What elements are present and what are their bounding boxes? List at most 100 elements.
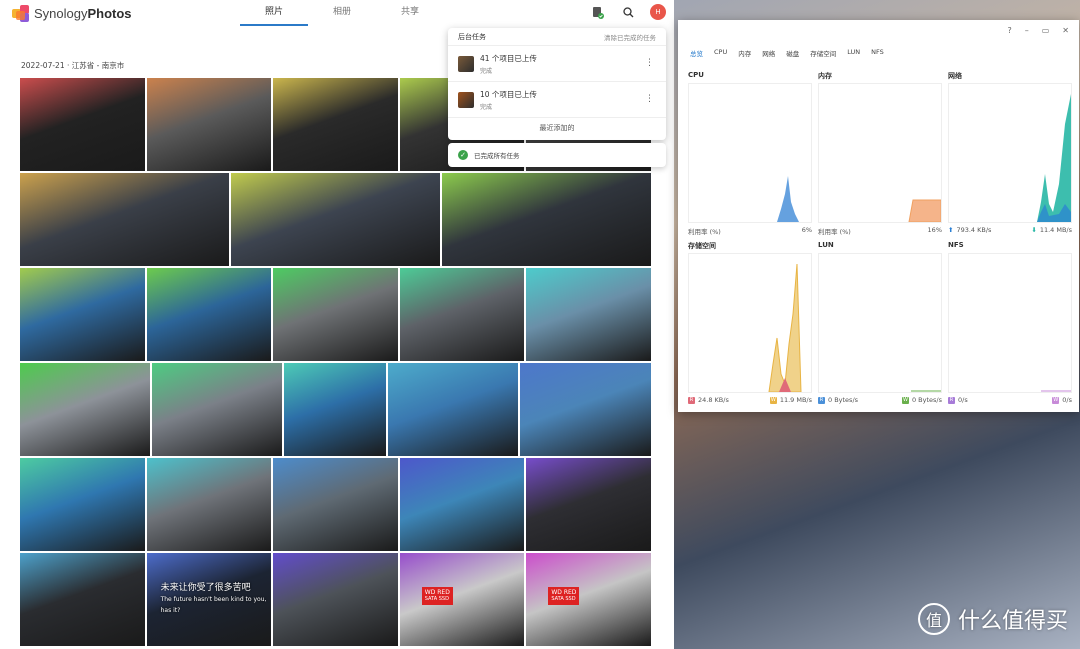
photo-thumbnail[interactable] xyxy=(526,458,651,551)
background-tasks-icon[interactable] xyxy=(590,4,606,20)
photo-thumbnail[interactable] xyxy=(273,553,398,646)
watermark-logo-icon: 值 xyxy=(917,603,950,635)
close-icon[interactable]: ✕ xyxy=(1062,26,1069,35)
photo-thumbnail[interactable] xyxy=(20,363,150,456)
minimize-icon[interactable]: – xyxy=(1025,26,1029,35)
write-rate: W 0/s xyxy=(1052,396,1072,404)
nfs-panel[interactable]: NFS R 0/s W 0/s xyxy=(948,241,1072,404)
tab-volume[interactable]: 存储空间 xyxy=(810,48,836,58)
memory-label: 利用率 (%) xyxy=(818,228,851,236)
task-thumbnail xyxy=(458,55,474,72)
smzdm-watermark: 值 什么值得买 xyxy=(917,603,1068,635)
cpu-label: 利用率 (%) xyxy=(688,228,721,236)
all-tasks-complete-toast: ✓ 已完成所有任务 xyxy=(448,143,666,167)
read-rate: R 24.8 KB/s xyxy=(688,396,729,404)
photo-thumbnail[interactable] xyxy=(273,268,398,361)
synology-photos-logo-icon xyxy=(12,4,29,22)
nfs-graph xyxy=(948,253,1072,393)
maximize-icon[interactable]: ▭ xyxy=(1042,26,1050,35)
help-icon[interactable]: ? xyxy=(1007,26,1011,35)
cpu-panel[interactable]: CPU 利用率 (%) 6% xyxy=(688,71,812,236)
ssd-label: WD RED SATA SSD xyxy=(548,587,580,605)
write-rate: W0 Bytes/s xyxy=(901,396,942,404)
photo-thumbnail[interactable]: 未来让你受了很多苦吧 The future hasn't been kind to… xyxy=(146,553,272,646)
date-label: 2022-07-21 xyxy=(21,61,65,70)
task-title: 41 个项目已上传 xyxy=(480,53,537,63)
photo-thumbnail[interactable] xyxy=(231,173,440,266)
tasks-title: 后台任务 xyxy=(458,32,486,41)
download-rate: ⬇ 11.4 MB/s xyxy=(1031,226,1072,234)
photo-thumbnail[interactable] xyxy=(152,363,282,456)
memory-panel[interactable]: 内存 利用率 (%) 16% xyxy=(818,71,942,236)
task-item: 10 个项目已上传 完成 ⋮ xyxy=(448,82,666,118)
task-item: 41 个项目已上传 完成 ⋮ xyxy=(448,46,666,82)
photo-thumbnail[interactable] xyxy=(284,363,386,456)
more-options-icon[interactable]: ⋮ xyxy=(645,58,654,68)
photo-row xyxy=(20,363,651,456)
tab-network[interactable]: 网络 xyxy=(762,48,775,58)
tab-overview[interactable]: 总览 xyxy=(690,48,703,58)
cpu-graph xyxy=(688,83,812,223)
window-controls: ? – ▭ ✕ xyxy=(1007,26,1069,35)
panel-title: LUN xyxy=(818,241,834,249)
photo-thumbnail[interactable]: WD RED SATA SSD xyxy=(526,553,651,646)
photo-thumbnail[interactable] xyxy=(273,458,398,551)
network-panel[interactable]: 网络 ⬆ 793.4 KB/s ⬇ 11.4 MB/s xyxy=(948,71,1072,234)
tab-albums[interactable]: 相册 xyxy=(308,0,376,26)
photo-thumbnail[interactable] xyxy=(388,363,518,456)
photo-thumbnail[interactable] xyxy=(20,268,145,361)
photo-thumbnail[interactable] xyxy=(399,458,525,551)
network-graph xyxy=(948,83,1072,223)
tab-nfs[interactable]: NFS xyxy=(871,48,884,58)
task-status: 完成 xyxy=(480,67,493,75)
photo-thumbnail[interactable] xyxy=(146,78,272,171)
location-label: 江苏省 - 南京市 xyxy=(71,61,125,70)
photo-caption: 未来让你受了很多苦吧 The future hasn't been kind to… xyxy=(160,583,267,614)
memory-value: 16% xyxy=(927,226,942,234)
photo-row xyxy=(20,173,651,266)
photo-thumbnail[interactable]: WD RED SATA SSD xyxy=(399,553,525,646)
photo-thumbnail[interactable] xyxy=(399,268,525,361)
tasks-header: 后台任务 清除已完成的任务 xyxy=(448,28,666,46)
write-rate: W 11.9 MB/s xyxy=(769,396,812,404)
app-logo[interactable]: SynologyPhotos xyxy=(12,4,132,22)
lun-panel[interactable]: LUN R0 Bytes/s W0 Bytes/s xyxy=(818,241,942,404)
photo-thumbnail[interactable] xyxy=(20,173,229,266)
user-avatar[interactable]: H xyxy=(650,4,666,20)
photo-row xyxy=(20,268,651,361)
photo-thumbnail[interactable] xyxy=(526,268,651,361)
tab-memory[interactable]: 内存 xyxy=(738,48,751,58)
photo-thumbnail[interactable] xyxy=(146,268,272,361)
more-options-icon[interactable]: ⋮ xyxy=(645,94,654,104)
photo-thumbnail[interactable] xyxy=(442,173,651,266)
cpu-value: 6% xyxy=(801,226,812,234)
tab-shared[interactable]: 共享 xyxy=(376,0,444,26)
resource-monitor-window: ? – ▭ ✕ 总览 CPU 内存 网络 磁盘 存储空间 LUN NFS CPU… xyxy=(678,20,1079,412)
tab-disk[interactable]: 磁盘 xyxy=(786,48,799,58)
search-icon[interactable] xyxy=(620,4,636,20)
read-rate: R0 Bytes/s xyxy=(818,396,859,404)
synology-photos-window: SynologyPhotos 照片 相册 共享 H 2022-07-21 · 江… xyxy=(0,0,674,649)
panel-title: 存储空间 xyxy=(688,242,716,250)
photo-thumbnail[interactable] xyxy=(20,458,145,551)
lun-graph xyxy=(818,253,942,393)
tab-lun[interactable]: LUN xyxy=(847,48,860,58)
panel-title: CPU xyxy=(688,71,704,79)
photo-thumbnail[interactable] xyxy=(520,363,651,456)
clear-completed-button[interactable]: 清除已完成的任务 xyxy=(604,32,656,42)
photo-thumbnail[interactable] xyxy=(273,78,398,171)
photo-thumbnail[interactable] xyxy=(146,458,272,551)
photo-row xyxy=(20,458,651,551)
volume-panel[interactable]: 存储空间 R 24.8 KB/s W 11.9 MB/s xyxy=(688,241,812,404)
top-right-icons: H xyxy=(590,4,666,20)
upload-rate: ⬆ 793.4 KB/s xyxy=(948,226,992,234)
photo-thumbnail[interactable] xyxy=(20,553,145,646)
recently-added-link[interactable]: 最近添加的 xyxy=(448,118,666,138)
tab-photos[interactable]: 照片 xyxy=(240,0,308,26)
photo-thumbnail[interactable] xyxy=(20,78,145,171)
app-title: SynologyPhotos xyxy=(34,5,132,21)
panel-title: 网络 xyxy=(948,72,962,80)
top-bar: SynologyPhotos 照片 相册 共享 H xyxy=(0,0,674,26)
panel-title: 内存 xyxy=(818,72,832,80)
tab-cpu[interactable]: CPU xyxy=(714,48,727,58)
